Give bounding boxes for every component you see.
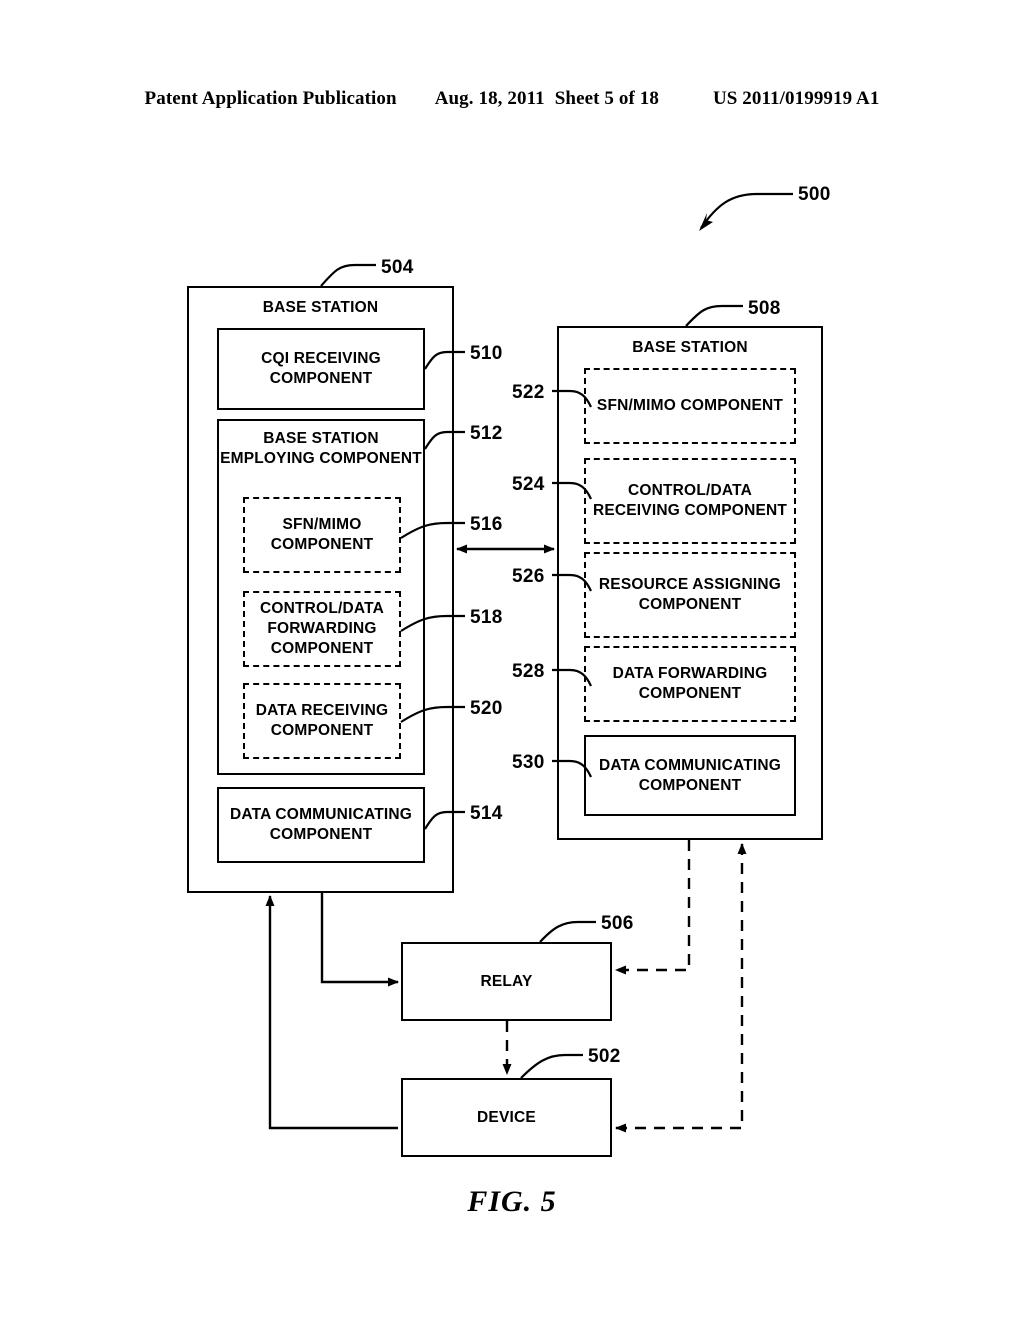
cqi-receiving-component-label: CQI RECEIVING COMPONENT — [261, 350, 381, 387]
ref-516: 516 — [470, 514, 503, 535]
relay-label: RELAY — [480, 972, 533, 990]
sfn-mimo-component-box-right: SFN/MIMO COMPONENT — [584, 368, 796, 444]
ref-510: 510 — [470, 343, 503, 364]
ref-502: 502 — [588, 1046, 621, 1067]
device-box: DEVICE — [401, 1078, 612, 1157]
relay-box: RELAY — [401, 942, 612, 1021]
ref-530: 530 — [512, 752, 545, 773]
page-header: Patent Application Publication Aug. 18, … — [0, 88, 1024, 118]
sfn-mimo-component-label-left: SFN/MIMO COMPONENT — [270, 516, 374, 553]
ref-524: 524 — [512, 474, 545, 495]
cqi-receiving-component-box: CQI RECEIVING COMPONENT — [217, 328, 425, 410]
leader-500 — [700, 192, 793, 229]
sfn-mimo-component-label-right: SFN/MIMO COMPONENT — [596, 397, 784, 414]
header-date-sheet: Aug. 18, 2011 Sheet 5 of 18 — [435, 88, 669, 110]
ref-526: 526 — [512, 566, 545, 587]
ref-514: 514 — [470, 803, 503, 824]
left-bs-to-relay-arrow — [320, 893, 399, 987]
leader-504 — [320, 263, 376, 287]
ref-500: 500 — [798, 184, 831, 205]
right-base-station-title: BASE STATION — [632, 339, 748, 356]
control-data-receiving-component-label: CONTROL/DATA RECEIVING COMPONENT — [592, 482, 788, 519]
leader-500-arrowhead — [699, 213, 713, 231]
ref-528: 528 — [512, 661, 545, 682]
control-data-forwarding-component-label: CONTROL/DATA FORWARDING COMPONENT — [259, 600, 385, 657]
data-receiving-component-label: DATA RECEIVING COMPONENT — [255, 702, 389, 739]
control-data-forwarding-component-box: CONTROL/DATA FORWARDING COMPONENT — [243, 591, 401, 667]
header-patent-number: US 2011/0199919 A1 — [712, 88, 880, 109]
ref-520: 520 — [470, 698, 503, 719]
ref-518: 518 — [470, 607, 503, 628]
data-communicating-component-box-right: DATA COMMUNICATING COMPONENT — [584, 735, 796, 816]
leader-506 — [539, 920, 596, 943]
figure-caption: FIG. 5 — [467, 1185, 557, 1218]
data-communicating-component-label-right: DATA COMMUNICATING COMPONENT — [598, 756, 782, 794]
ref-512: 512 — [470, 423, 503, 444]
sfn-mimo-component-box-left: SFN/MIMO COMPONENT — [243, 497, 401, 573]
device-label: DEVICE — [477, 1108, 536, 1126]
header-publication: Patent Application Publication — [144, 88, 397, 109]
left-base-station-title: BASE STATION — [262, 299, 379, 316]
header-sheet: Sheet 5 of 18 — [554, 88, 659, 109]
ref-506: 506 — [601, 913, 634, 934]
base-station-employing-component-label: BASE STATION EMPLOYING COMPONENT — [220, 430, 422, 467]
ref-504: 504 — [381, 257, 414, 278]
data-communicating-component-box-left: DATA COMMUNICATING COMPONENT — [217, 787, 425, 863]
resource-assigning-component-box: RESOURCE ASSIGNING COMPONENT — [584, 552, 796, 638]
data-forwarding-component-box: DATA FORWARDING COMPONENT — [584, 646, 796, 722]
device-to-left-bs-arrow — [265, 895, 398, 1130]
header-date: Aug. 18, 2011 — [434, 88, 545, 109]
leader-508 — [685, 304, 743, 327]
leader-502 — [520, 1053, 583, 1079]
control-data-receiving-component-box: CONTROL/DATA RECEIVING COMPONENT — [584, 458, 796, 544]
data-forwarding-component-label: DATA FORWARDING COMPONENT — [612, 665, 768, 702]
right-bs-to-relay-arrow — [615, 840, 691, 975]
ref-522: 522 — [512, 382, 545, 403]
device-to-right-bs-arrow — [615, 843, 747, 1133]
resource-assigning-component-label: RESOURCE ASSIGNING COMPONENT — [598, 576, 782, 613]
data-receiving-component-box: DATA RECEIVING COMPONENT — [243, 683, 401, 759]
ref-508: 508 — [748, 298, 781, 319]
data-communicating-component-label-left: DATA COMMUNICATING COMPONENT — [229, 806, 413, 843]
